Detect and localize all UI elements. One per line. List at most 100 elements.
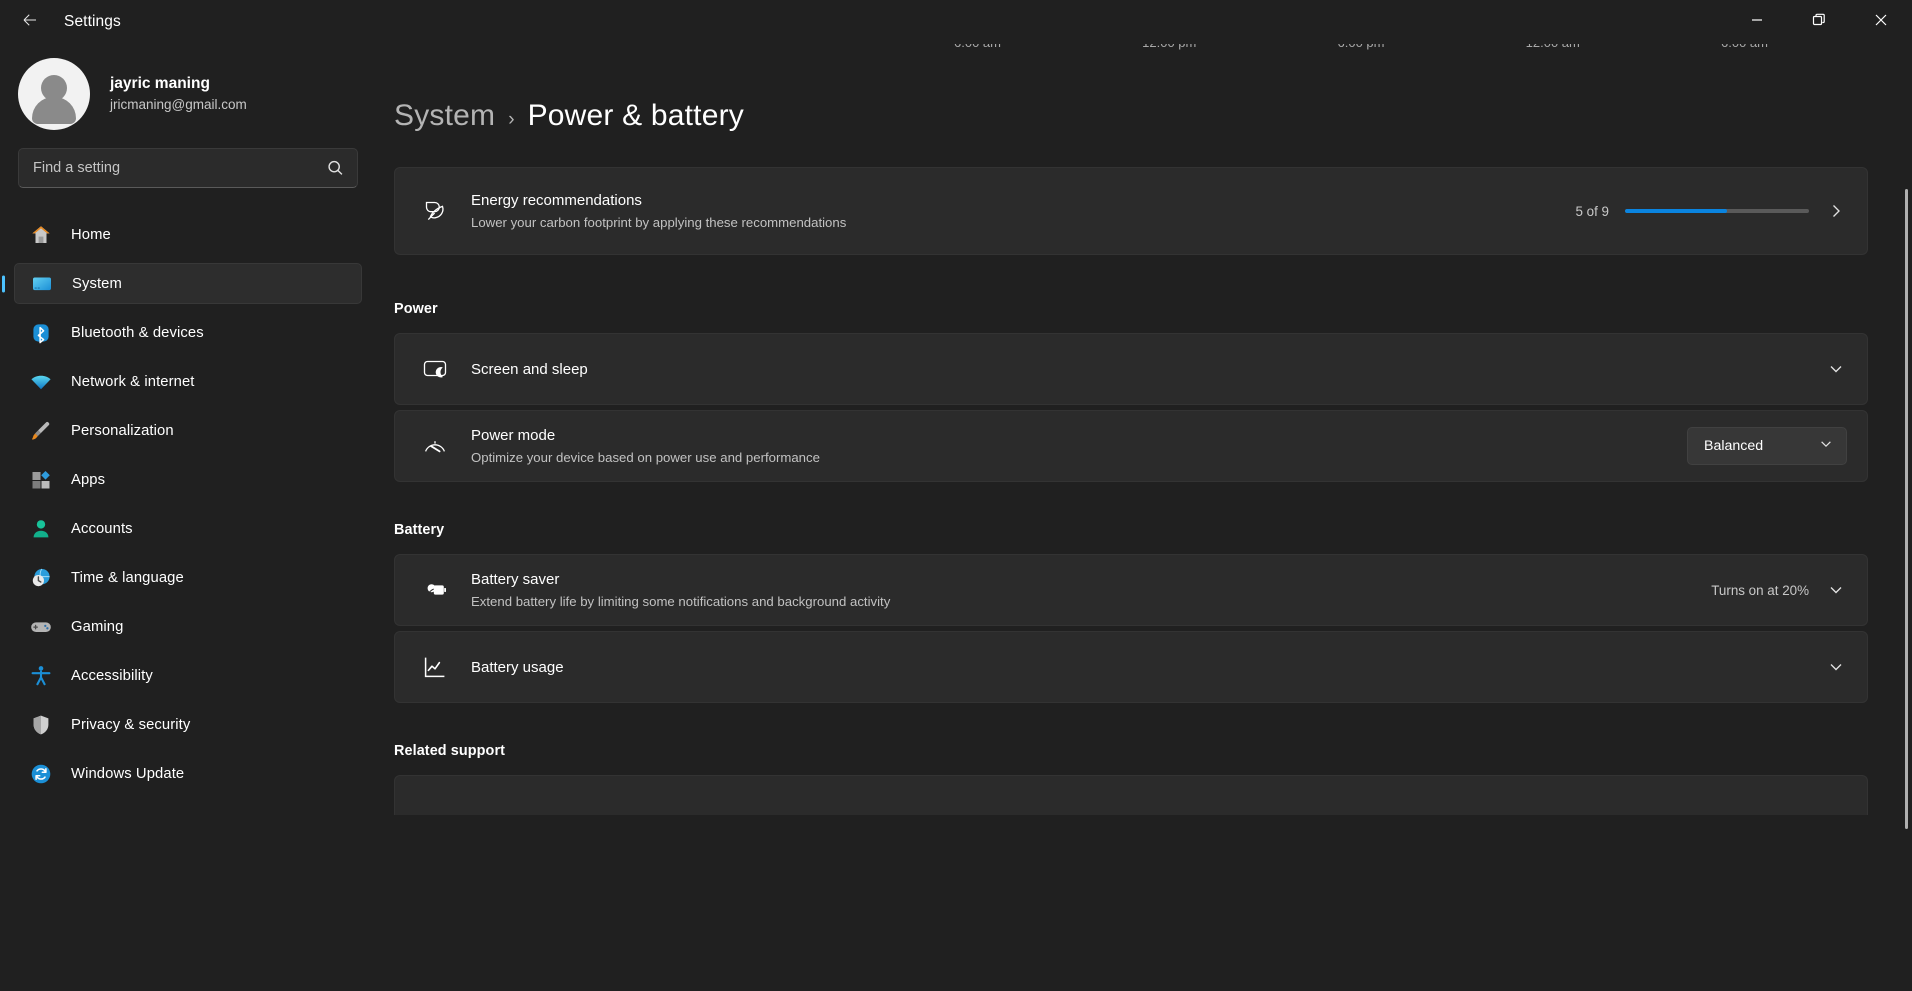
minimize-icon <box>1750 13 1764 32</box>
energy-progress-bar <box>1625 209 1809 213</box>
chevron-down-icon[interactable] <box>1825 579 1847 601</box>
sidebar-item-bluetooth-devices[interactable]: Bluetooth & devices <box>14 312 362 353</box>
related-support-card[interactable] <box>394 775 1868 815</box>
energy-title: Energy recommendations <box>471 190 1561 211</box>
sidebar-item-label: Gaming <box>71 619 123 635</box>
power-rows: Screen and sleep <box>394 333 1868 482</box>
home-icon <box>28 222 54 248</box>
restore-button[interactable] <box>1788 0 1850 44</box>
battery-usage-icon <box>417 653 453 681</box>
battery-section-heading: Battery <box>394 522 1868 538</box>
settings-window: Settings <box>0 0 1912 991</box>
account-icon <box>28 516 54 542</box>
sidebar-item-time-language[interactable]: Time & language <box>14 557 362 598</box>
related-support-heading: Related support <box>394 743 1868 759</box>
scrollbar-track[interactable] <box>1898 44 1912 991</box>
window-controls <box>1726 0 1912 44</box>
sidebar-item-label: Network & internet <box>71 374 195 390</box>
power-mode-row[interactable]: Power mode Optimize your device based on… <box>394 410 1868 482</box>
minimize-button[interactable] <box>1726 0 1788 44</box>
sidebar-item-gaming[interactable]: Gaming <box>14 606 362 647</box>
search-input[interactable] <box>19 149 357 187</box>
energy-progress-fill <box>1625 209 1727 213</box>
chevron-right-icon[interactable] <box>1825 200 1847 222</box>
battery-saver-icon <box>417 576 453 604</box>
sidebar-item-label: Bluetooth & devices <box>71 325 204 341</box>
power-mode-subtitle: Optimize your device based on power use … <box>471 448 1673 468</box>
scrollbar-thumb[interactable] <box>1905 189 1908 829</box>
battery-usage-texts: Battery usage <box>471 657 1811 678</box>
sidebar-item-label: Accounts <box>71 521 133 537</box>
screen-and-sleep-row[interactable]: Screen and sleep <box>394 333 1868 405</box>
gauge-icon <box>417 432 453 460</box>
chart-tick: 12:00 am <box>1526 44 1580 50</box>
sidebar-item-label: Accessibility <box>71 668 153 684</box>
shield-icon <box>28 712 54 738</box>
battery-usage-row[interactable]: Battery usage <box>394 631 1868 703</box>
avatar-body <box>32 97 76 124</box>
content-inner: 6:00 am 12:00 pm 6:00 pm 12:00 am 6:00 a… <box>376 44 1912 991</box>
battery-saver-right: Turns on at 20% <box>1711 579 1847 601</box>
battery-saver-subtitle: Extend battery life by limiting some not… <box>471 592 1697 612</box>
sidebar-item-accessibility[interactable]: Accessibility <box>14 655 362 696</box>
search-box[interactable] <box>18 148 358 188</box>
window-title: Settings <box>64 13 121 31</box>
screen-sleep-icon <box>417 355 453 383</box>
sidebar-item-network-internet[interactable]: Network & internet <box>14 361 362 402</box>
power-mode-dropdown[interactable]: Balanced <box>1687 427 1847 465</box>
sidebar-item-label: Apps <box>71 472 105 488</box>
gamepad-icon <box>28 614 54 640</box>
sidebar-item-label: Home <box>71 227 111 243</box>
battery-chart-axis: 6:00 am 12:00 pm 6:00 pm 12:00 am 6:00 a… <box>394 44 1868 64</box>
content-pane: 6:00 am 12:00 pm 6:00 pm 12:00 am 6:00 a… <box>376 44 1912 991</box>
power-mode-value: Balanced <box>1704 438 1763 454</box>
power-mode-right: Balanced <box>1687 427 1847 465</box>
chevron-down-icon[interactable] <box>1825 358 1847 380</box>
accessibility-icon <box>28 663 54 689</box>
restore-icon <box>1811 12 1827 33</box>
sidebar-item-label: Time & language <box>71 570 184 586</box>
update-icon <box>28 761 54 787</box>
battery-saver-title: Battery saver <box>471 569 1697 590</box>
power-section-heading: Power <box>394 301 1868 317</box>
chevron-down-icon <box>1803 437 1833 456</box>
close-icon <box>1874 13 1888 32</box>
sidebar-item-label: Privacy & security <box>71 717 190 733</box>
profile-name: jayric maning <box>110 74 247 95</box>
sidebar: jayric maning jricmaning@gmail.com <box>0 44 376 991</box>
leaf-icon <box>417 197 453 225</box>
sidebar-nav: Home System <box>0 214 376 802</box>
chevron-down-icon[interactable] <box>1825 656 1847 678</box>
sidebar-item-privacy-security[interactable]: Privacy & security <box>14 704 362 745</box>
back-button[interactable] <box>8 6 52 38</box>
energy-recommendations-card[interactable]: Energy recommendations Lower your carbon… <box>394 167 1868 255</box>
sidebar-item-windows-update[interactable]: Windows Update <box>14 753 362 794</box>
battery-usage-title: Battery usage <box>471 657 1811 678</box>
screen-sleep-right <box>1825 358 1847 380</box>
sidebar-item-apps[interactable]: Apps <box>14 459 362 500</box>
energy-texts: Energy recommendations Lower your carbon… <box>471 190 1561 233</box>
sidebar-item-home[interactable]: Home <box>14 214 362 255</box>
chart-tick-row: 6:00 am 12:00 pm 6:00 pm 12:00 am 6:00 a… <box>394 44 1868 59</box>
screen-sleep-texts: Screen and sleep <box>471 359 1811 380</box>
arrow-left-icon <box>21 11 39 34</box>
battery-rows: Battery saver Extend battery life by lim… <box>394 554 1868 703</box>
chart-tick: 6:00 am <box>1721 44 1768 50</box>
avatar <box>18 58 90 130</box>
sidebar-item-label: Windows Update <box>71 766 184 782</box>
power-mode-texts: Power mode Optimize your device based on… <box>471 425 1673 468</box>
chart-tick: 12:00 pm <box>1142 44 1196 50</box>
power-mode-title: Power mode <box>471 425 1673 446</box>
title-bar: Settings <box>0 0 1912 44</box>
sidebar-item-system[interactable]: System <box>14 263 362 304</box>
page-title: Power & battery <box>528 99 744 133</box>
breadcrumb-parent[interactable]: System <box>394 99 495 133</box>
power-section: Power Screen and sleep <box>394 301 1868 482</box>
close-button[interactable] <box>1850 0 1912 44</box>
chart-tick: 6:00 pm <box>1338 44 1385 50</box>
battery-saver-row[interactable]: Battery saver Extend battery life by lim… <box>394 554 1868 626</box>
sidebar-item-personalization[interactable]: Personalization <box>14 410 362 451</box>
bluetooth-icon <box>28 320 54 346</box>
sidebar-item-accounts[interactable]: Accounts <box>14 508 362 549</box>
profile-card[interactable]: jayric maning jricmaning@gmail.com <box>0 44 376 148</box>
